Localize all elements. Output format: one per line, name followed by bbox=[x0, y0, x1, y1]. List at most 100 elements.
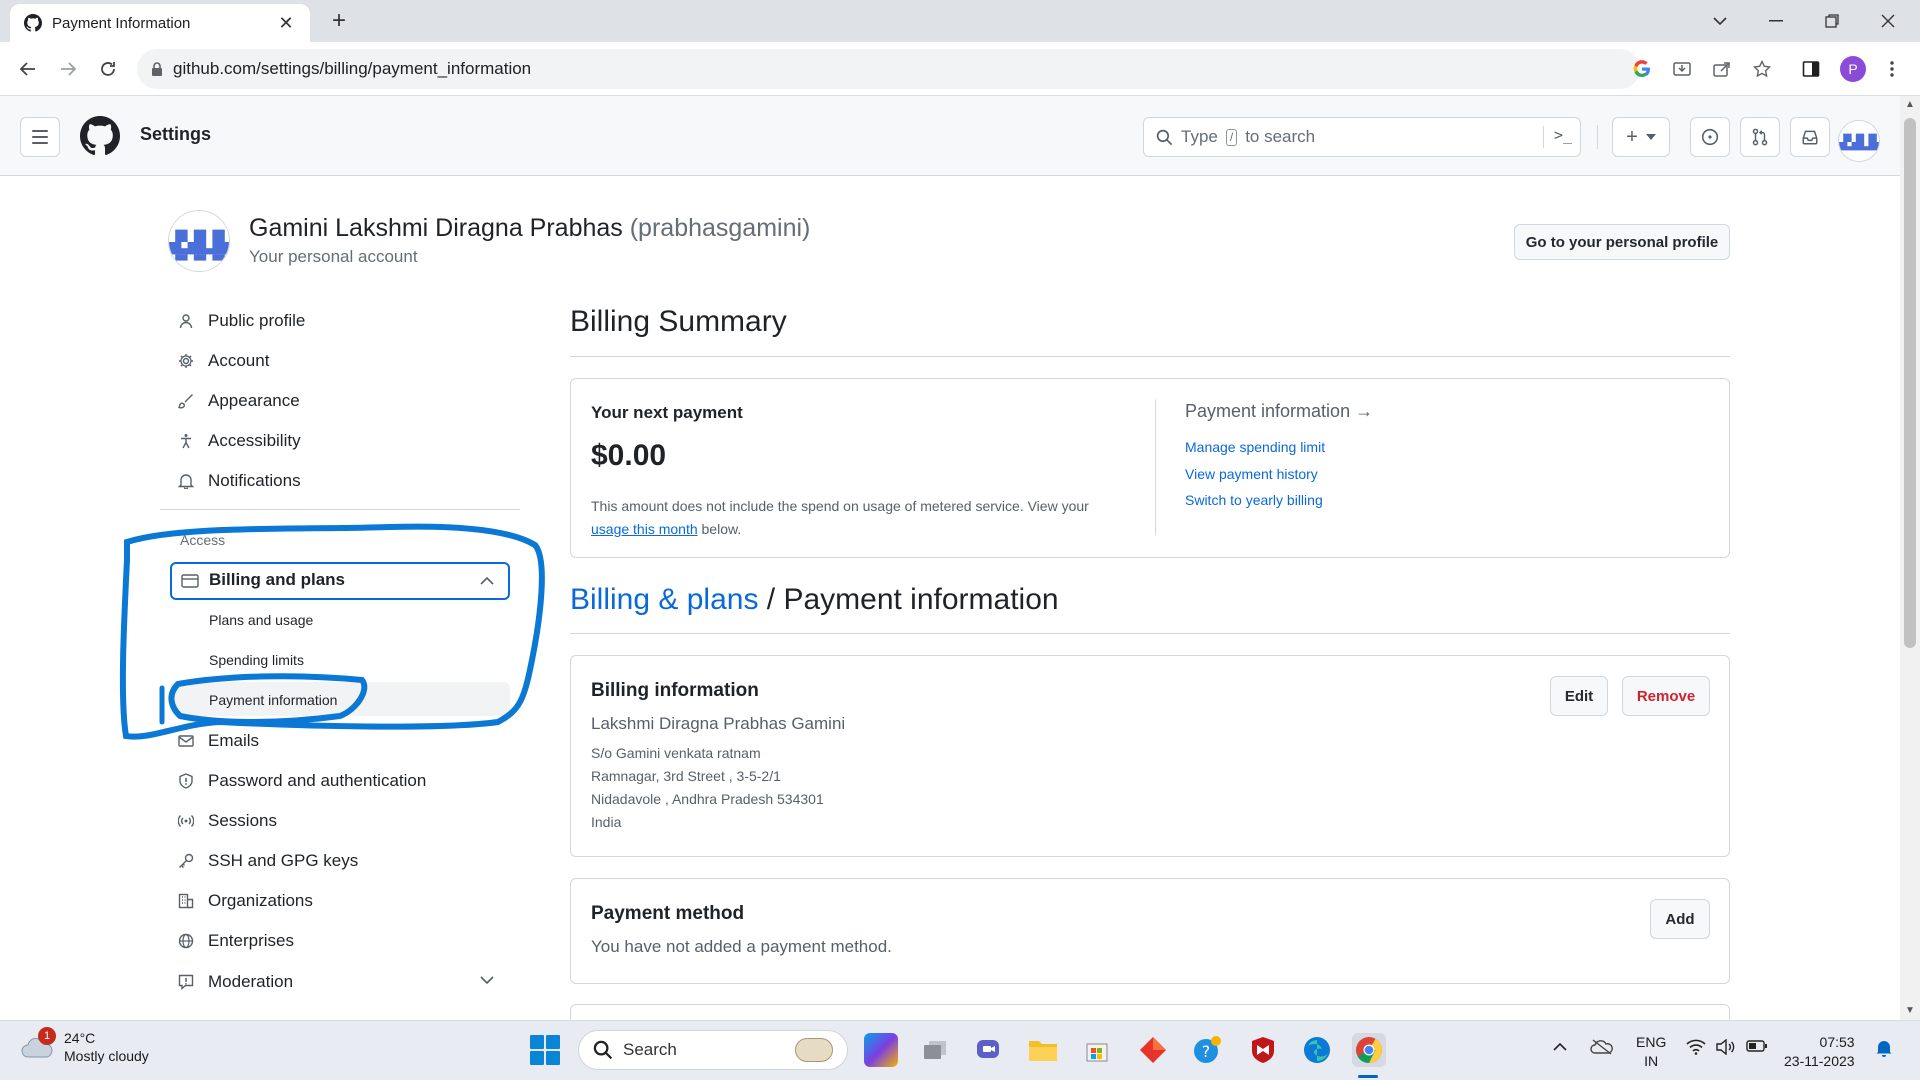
account-avatar[interactable] bbox=[168, 210, 230, 272]
microsoft-store-icon[interactable] bbox=[1080, 1033, 1114, 1067]
sidebar-item-moderation[interactable]: Moderation bbox=[176, 967, 293, 997]
mcafee-icon[interactable] bbox=[1246, 1033, 1280, 1067]
breadcrumb-billing-plans[interactable]: Billing & plans bbox=[570, 583, 758, 616]
sidebar-subitem-plans-and-usage[interactable]: Plans and usage bbox=[209, 612, 313, 628]
sidebar-item-organizations[interactable]: Organizations bbox=[176, 886, 313, 916]
scroll-down-icon[interactable]: ▼ bbox=[1900, 1002, 1920, 1020]
header-context-title[interactable]: Settings bbox=[140, 124, 211, 145]
sidebar-item-accessibility[interactable]: Accessibility bbox=[176, 426, 301, 456]
google-icon[interactable] bbox=[1628, 55, 1656, 83]
page-scrollbar[interactable]: ▲ ▼ bbox=[1900, 96, 1920, 1020]
sidebar-item-ssh-and-gpg-keys[interactable]: SSH and GPG keys bbox=[176, 846, 358, 876]
billing-name: Lakshmi Diragna Prabhas Gamini bbox=[591, 714, 846, 733]
windows-taskbar: 1 24°C Mostly cloudy Search ? ENG IN 07:… bbox=[0, 1020, 1920, 1080]
issues-button[interactable] bbox=[1690, 117, 1730, 157]
account-full-name[interactable]: Gamini Lakshmi Diragna Prabhas bbox=[249, 214, 623, 242]
search-input[interactable]: Type / to search >_ bbox=[1143, 117, 1581, 157]
sidebar-item-label: Organizations bbox=[208, 891, 313, 910]
github-logo-icon[interactable] bbox=[80, 116, 120, 156]
taskbar-search[interactable]: Search bbox=[578, 1030, 848, 1070]
volume-icon[interactable] bbox=[1716, 1038, 1736, 1059]
kebab-menu-icon[interactable] bbox=[1878, 55, 1906, 83]
sidebar-subitem-payment-information[interactable]: Payment information bbox=[209, 692, 337, 708]
inbox-button[interactable] bbox=[1790, 117, 1830, 157]
search-icon bbox=[1156, 129, 1173, 145]
payment-information-link[interactable]: Payment information → bbox=[1185, 401, 1373, 422]
browser-tab-strip: Payment Information ✕ + bbox=[0, 0, 1920, 42]
minimize-icon[interactable] bbox=[1748, 0, 1804, 42]
billing-address-country: India bbox=[591, 814, 622, 830]
sidebar-item-sessions[interactable]: Sessions bbox=[176, 806, 277, 836]
command-palette-icon[interactable]: >_ bbox=[1554, 126, 1572, 144]
next-payment-label: Your next payment bbox=[591, 403, 743, 422]
bookmark-star-icon[interactable] bbox=[1748, 55, 1776, 83]
sidebar-item-account[interactable]: Account bbox=[176, 346, 269, 376]
usage-this-month-link[interactable]: usage this month bbox=[591, 521, 698, 537]
search-shortcut-key: / bbox=[1225, 128, 1238, 146]
switch-yearly-billing-link[interactable]: Switch to yearly billing bbox=[1185, 492, 1323, 508]
file-explorer-icon[interactable] bbox=[1026, 1033, 1060, 1067]
install-app-icon[interactable] bbox=[1668, 55, 1696, 83]
sidebar-item-notifications[interactable]: Notifications bbox=[176, 466, 301, 496]
user-avatar[interactable] bbox=[1838, 120, 1880, 162]
close-tab-icon[interactable]: ✕ bbox=[276, 13, 296, 34]
tray-overflow-chevron-icon[interactable] bbox=[1552, 1039, 1568, 1056]
weather-widget[interactable]: 1 24°C Mostly cloudy bbox=[20, 1027, 149, 1065]
language-code: ENG bbox=[1636, 1034, 1667, 1050]
new-tab-button[interactable]: + bbox=[324, 6, 354, 36]
report-icon bbox=[176, 972, 196, 992]
sidebar-item-enterprises[interactable]: Enterprises bbox=[176, 926, 294, 956]
battery-icon[interactable] bbox=[1746, 1039, 1768, 1057]
windows-start-icon[interactable] bbox=[530, 1035, 560, 1065]
sidebar-item-emails[interactable]: Emails bbox=[176, 726, 259, 756]
view-payment-history-link[interactable]: View payment history bbox=[1185, 466, 1318, 482]
manage-spending-limit-link[interactable]: Manage spending limit bbox=[1185, 439, 1325, 455]
add-payment-method-button[interactable]: Add bbox=[1650, 899, 1710, 939]
sidebar-item-password-and-authentication[interactable]: Password and authentication bbox=[176, 766, 426, 796]
billing-summary-card: Your next payment $0.00 This amount does… bbox=[570, 378, 1730, 558]
scroll-up-icon[interactable]: ▲ bbox=[1900, 96, 1920, 114]
sidebar-item-label: Emails bbox=[208, 731, 260, 750]
help-icon[interactable]: ? bbox=[1190, 1033, 1224, 1067]
hamburger-menu-icon[interactable] bbox=[20, 117, 60, 157]
scrollbar-thumb[interactable] bbox=[1904, 118, 1916, 648]
sidebar-item-public-profile[interactable]: Public profile bbox=[176, 306, 305, 336]
browser-profile-avatar[interactable]: P bbox=[1840, 56, 1866, 82]
remove-billing-button[interactable]: Remove bbox=[1622, 676, 1710, 716]
onedrive-offline-icon[interactable] bbox=[1590, 1039, 1614, 1059]
sidebar-item-label: Accessibility bbox=[208, 431, 301, 450]
billing-summary-title: Billing Summary bbox=[570, 305, 787, 338]
address-bar[interactable]: github.com/settings/billing/payment_info… bbox=[137, 49, 1640, 89]
back-arrow-icon[interactable] bbox=[12, 53, 44, 85]
edit-billing-button[interactable]: Edit bbox=[1550, 676, 1608, 716]
share-icon[interactable] bbox=[1708, 55, 1736, 83]
reload-icon[interactable] bbox=[92, 53, 124, 85]
red-diamond-app-icon[interactable] bbox=[1136, 1033, 1170, 1067]
system-clock[interactable]: 07:53 23-11-2023 bbox=[1784, 1033, 1855, 1071]
sidebar-item-label: Notifications bbox=[208, 471, 301, 490]
payment-note-tail: below. bbox=[701, 521, 742, 537]
personal-profile-button[interactable]: Go to your personal profile bbox=[1514, 224, 1730, 260]
copilot-icon[interactable] bbox=[864, 1033, 898, 1067]
tab-search-chevron-icon[interactable] bbox=[1692, 0, 1748, 42]
pull-requests-button[interactable] bbox=[1740, 117, 1780, 157]
create-new-button[interactable]: + bbox=[1612, 117, 1670, 157]
forward-arrow-icon[interactable] bbox=[52, 53, 84, 85]
window-close-icon[interactable] bbox=[1860, 0, 1916, 42]
sidebar-item-appearance[interactable]: Appearance bbox=[176, 386, 300, 416]
teams-chat-icon[interactable] bbox=[972, 1033, 1006, 1067]
browser-tab[interactable]: Payment Information ✕ bbox=[10, 4, 310, 42]
task-view-icon[interactable] bbox=[918, 1033, 952, 1067]
chevron-down-icon[interactable] bbox=[480, 972, 494, 988]
edge-browser-icon[interactable] bbox=[1300, 1033, 1334, 1067]
chevron-up-icon[interactable] bbox=[480, 572, 494, 588]
chrome-browser-icon[interactable] bbox=[1352, 1033, 1386, 1067]
notification-bell-icon[interactable] bbox=[1876, 1039, 1892, 1061]
wifi-icon[interactable] bbox=[1686, 1039, 1706, 1059]
language-indicator[interactable]: ENG IN bbox=[1636, 1033, 1666, 1071]
restore-icon[interactable] bbox=[1804, 0, 1860, 42]
shield-icon bbox=[176, 771, 196, 791]
sidebar-item-label: Password and authentication bbox=[208, 771, 427, 790]
sidebar-subitem-spending-limits[interactable]: Spending limits bbox=[209, 652, 304, 668]
side-panel-icon[interactable] bbox=[1797, 55, 1825, 83]
